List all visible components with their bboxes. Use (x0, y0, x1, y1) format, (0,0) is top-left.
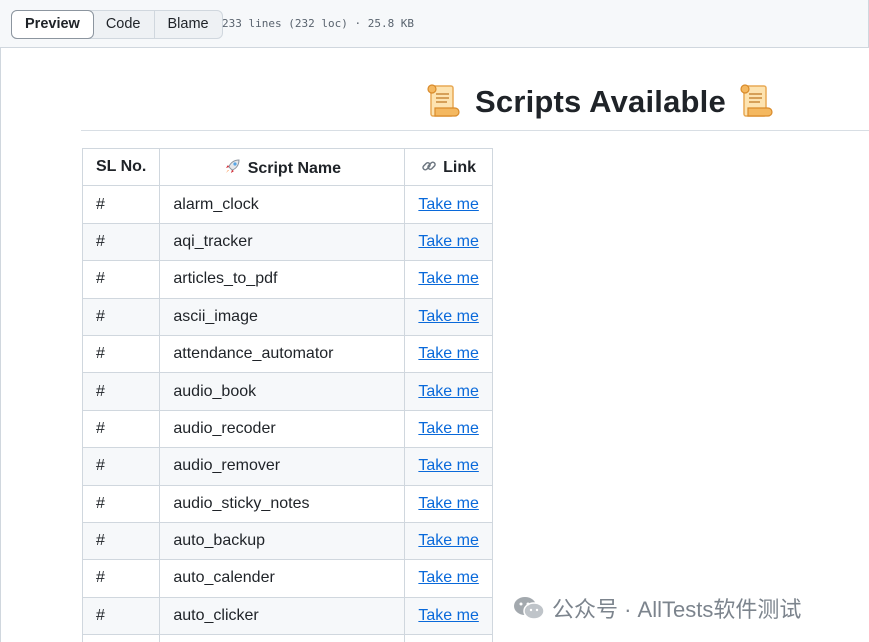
markdown-preview: Scripts Available SL No. Script Name Lin… (0, 48, 869, 642)
watermark-text: 公众号 · AllTests软件测试 (552, 597, 802, 622)
table-row: # attendance_automator Take me (81, 334, 493, 374)
row-script-name: audio_recoder (159, 409, 406, 449)
row-sl: # (81, 222, 161, 262)
row-script-name (159, 634, 406, 642)
take-me-link[interactable]: Take me (418, 420, 478, 437)
take-me-link[interactable]: Take me (418, 233, 478, 250)
row-sl (81, 634, 161, 642)
take-me-link[interactable]: Take me (418, 532, 478, 549)
tab-blame[interactable]: Blame (153, 11, 222, 38)
take-me-link[interactable]: Take me (418, 270, 478, 287)
heading-divider (81, 130, 869, 131)
row-link-cell (404, 634, 493, 642)
row-link-cell: Take me (404, 185, 493, 224)
table-row: # articles_to_pdf Take me (81, 260, 493, 299)
row-sl: # (81, 484, 161, 523)
table-row (81, 634, 493, 642)
row-link-cell: Take me (404, 447, 493, 486)
row-sl: # (81, 260, 161, 299)
take-me-link[interactable]: Take me (418, 457, 478, 474)
tab-preview[interactable]: Preview (11, 10, 94, 39)
view-mode-switcher: Preview Code Blame (11, 10, 223, 39)
row-sl: # (81, 596, 161, 636)
table-row: # audio_remover Take me (81, 447, 493, 486)
page-title-text: Scripts Available (475, 84, 726, 119)
table-row: # auto_calender Take me (81, 559, 493, 598)
watermark: 公众号 · AllTests软件测试 (512, 592, 801, 624)
table-row: # aqi_tracker Take me (81, 222, 493, 262)
file-info: 233 lines (232 loc) · 25.8 KB (222, 17, 415, 30)
row-sl: # (81, 334, 161, 374)
row-link-cell: Take me (404, 222, 493, 262)
row-script-name: articles_to_pdf (159, 260, 406, 299)
row-script-name: auto_clicker (159, 596, 406, 636)
row-link-cell: Take me (404, 334, 493, 374)
page-title: Scripts Available (425, 82, 776, 122)
row-sl: # (81, 559, 161, 598)
take-me-link[interactable]: Take me (418, 495, 478, 512)
row-sl: # (81, 521, 161, 561)
scroll-icon (740, 84, 773, 117)
row-link-cell: Take me (404, 521, 493, 561)
table-row: # alarm_clock Take me (81, 185, 493, 224)
scroll-icon (427, 84, 460, 117)
rocket-icon (225, 159, 240, 173)
row-script-name: attendance_automator (159, 334, 406, 374)
row-link-cell: Take me (404, 484, 493, 523)
row-link-cell: Take me (404, 297, 493, 336)
row-script-name: aqi_tracker (159, 222, 406, 262)
row-link-cell: Take me (404, 559, 493, 598)
link-icon (422, 161, 436, 171)
row-script-name: ascii_image (159, 297, 406, 336)
take-me-link[interactable]: Take me (418, 607, 478, 624)
row-script-name: audio_book (159, 372, 406, 411)
table-row: # auto_clicker Take me (81, 596, 493, 636)
row-script-name: auto_calender (159, 559, 406, 598)
file-toolbar: Preview Code Blame 233 lines (232 loc) ·… (0, 0, 869, 48)
wechat-icon (514, 597, 545, 620)
take-me-link[interactable]: Take me (418, 383, 478, 400)
take-me-link[interactable]: Take me (418, 345, 478, 362)
header-sl-no: SL No. (81, 147, 161, 187)
row-link-cell: Take me (404, 596, 493, 636)
tab-code[interactable]: Code (93, 11, 154, 38)
table-row: # audio_book Take me (81, 372, 493, 411)
row-sl: # (81, 372, 161, 411)
row-script-name: audio_remover (159, 447, 406, 486)
row-link-cell: Take me (404, 260, 493, 299)
row-link-cell: Take me (404, 372, 493, 411)
table-row: # audio_sticky_notes Take me (81, 484, 493, 523)
table-row: # auto_backup Take me (81, 521, 493, 561)
row-sl: # (81, 185, 161, 224)
row-script-name: alarm_clock (159, 185, 406, 224)
row-script-name: audio_sticky_notes (159, 484, 406, 523)
row-script-name: auto_backup (159, 521, 406, 561)
row-link-cell: Take me (404, 409, 493, 449)
table-header-row: SL No. Script Name Link (81, 147, 493, 187)
table-row: # audio_recoder Take me (81, 409, 493, 449)
header-link-label: Link (443, 158, 477, 176)
take-me-link[interactable]: Take me (418, 569, 478, 586)
row-sl: # (81, 409, 161, 449)
row-sl: # (81, 297, 161, 336)
header-script-name-label: Script Name (247, 159, 342, 177)
header-link: Link (404, 147, 493, 187)
take-me-link[interactable]: Take me (418, 196, 478, 213)
header-script-name: Script Name (159, 147, 406, 187)
table-row: # ascii_image Take me (81, 297, 493, 336)
take-me-link[interactable]: Take me (418, 308, 478, 325)
row-sl: # (81, 447, 161, 486)
scripts-table: SL No. Script Name Link # alarm_clock Ta… (81, 147, 493, 642)
